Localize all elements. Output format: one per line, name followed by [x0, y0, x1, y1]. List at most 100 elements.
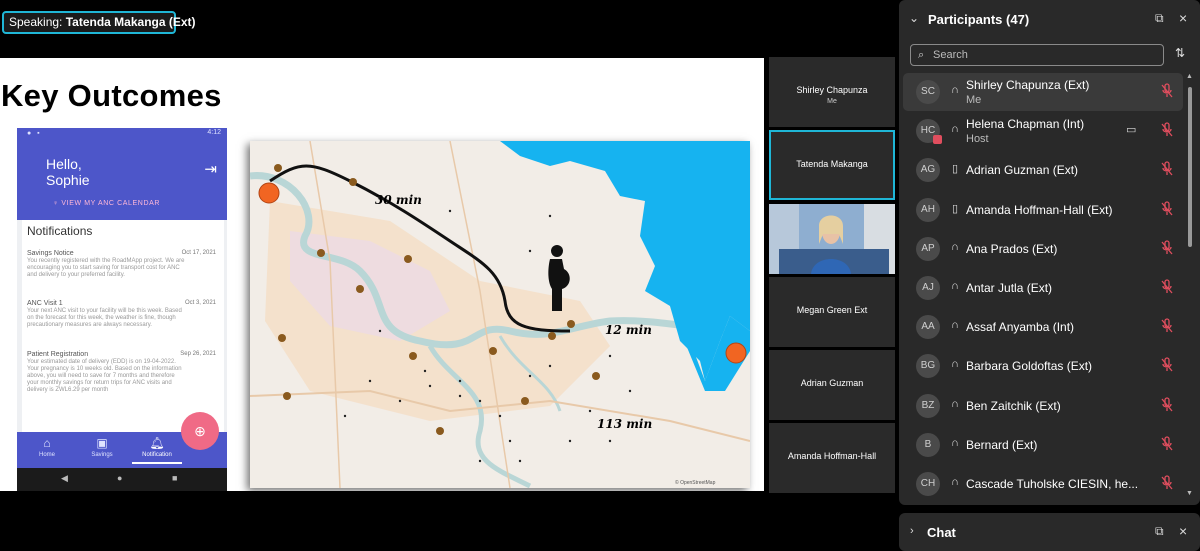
greeting: Hello, Sophie: [46, 156, 90, 188]
tile-name: Megan Green Ext: [796, 305, 868, 315]
popout-icon[interactable]: ⧉: [1155, 11, 1164, 26]
phone-status-bar: ● ▪ 4:12: [17, 128, 227, 140]
avatar: BG: [916, 354, 940, 378]
participant-row[interactable]: BZ ∩ Ben Zaitchik (Ext): [903, 387, 1183, 425]
presenting-badge-icon: [933, 135, 942, 144]
notification-date: Sep 26, 2021: [180, 351, 216, 357]
headset-icon: ∩: [951, 476, 959, 488]
headset-icon: ∩: [951, 123, 959, 135]
video-tile[interactable]: Adrian Guzman: [769, 350, 895, 420]
logout-icon: ⇥: [204, 161, 217, 178]
greeting-line-1: Hello,: [46, 156, 82, 172]
participant-row[interactable]: AJ ∩ Antar Jutla (Ext): [903, 269, 1183, 307]
avatar-initials: BG: [920, 360, 936, 371]
speaking-indicator: Speaking: Tatenda Makanga (Ext): [2, 11, 196, 34]
map-credit: © OpenStreetMap: [675, 479, 716, 486]
tile-name: Adrian Guzman: [800, 378, 864, 388]
home-circle-icon: ●: [117, 473, 123, 483]
participant-name: Shirley Chapunza (Ext): [966, 78, 1090, 92]
muted-mic-icon[interactable]: [1160, 201, 1174, 217]
participant-row[interactable]: CH ∩ Cascade Tuholske CIESIN, he...: [903, 465, 1183, 503]
chat-panel-header[interactable]: › Chat ⧉ ×: [899, 513, 1200, 551]
participant-row[interactable]: AA ∩ Assaf Anyamba (Int): [903, 308, 1183, 346]
avatar: AH: [916, 198, 940, 222]
notification-item: Savings Notice Oct 17, 2021 You recently…: [27, 250, 222, 279]
muted-mic-icon[interactable]: [1160, 357, 1174, 373]
notification-date: Oct 17, 2021: [181, 250, 216, 256]
avatar: AA: [916, 315, 940, 339]
anc-calendar-label: VIEW MY ANC CALENDAR: [61, 200, 161, 207]
participant-name: Antar Jutla (Ext): [966, 281, 1053, 295]
speaker-name: Tatenda Makanga (Ext): [65, 15, 196, 29]
phone-icon: ▯: [951, 163, 959, 175]
avatar: SC: [916, 80, 940, 104]
muted-mic-icon[interactable]: [1160, 122, 1174, 138]
chat-close-icon[interactable]: ×: [1179, 523, 1187, 539]
participant-row[interactable]: AH ▯ Amanda Hoffman-Hall (Ext): [903, 191, 1183, 229]
collapse-chevron-icon[interactable]: ⌄: [909, 11, 919, 25]
tile-name: Shirley Chapunza: [796, 85, 868, 95]
participant-video-feed: [769, 204, 895, 274]
participant-row[interactable]: BG ∩ Barbara Goldoftas (Ext): [903, 347, 1183, 385]
headset-icon: ∩: [951, 84, 959, 96]
avatar-initials: CH: [920, 478, 936, 489]
shared-slide: Key Outcomes ● ▪ 4:12 Hello, Sophie ⇥ ♀ …: [0, 58, 764, 491]
phone-time: 4:12: [207, 129, 221, 136]
headset-icon: ∩: [951, 437, 959, 449]
participants-header: ⌄ Participants (47) ⧉ ×: [899, 0, 1200, 40]
muted-mic-icon[interactable]: [1160, 161, 1174, 177]
muted-mic-icon[interactable]: [1160, 83, 1174, 99]
muted-mic-icon[interactable]: [1160, 279, 1174, 295]
participants-scrollbar[interactable]: ▲ ▼: [1186, 73, 1194, 497]
video-tile[interactable]: Shirley Chapunza Me: [769, 57, 895, 127]
scroll-up-icon[interactable]: ▲: [1186, 73, 1193, 80]
scroll-thumb[interactable]: [1188, 87, 1192, 247]
avatar: B: [916, 433, 940, 457]
headset-icon: ∩: [951, 319, 959, 331]
expand-chevron-icon[interactable]: ›: [910, 525, 914, 537]
search-icon: ⌕: [918, 49, 925, 61]
headset-icon: ∩: [951, 241, 959, 253]
chat-popout-icon[interactable]: ⧉: [1155, 524, 1164, 539]
participant-row[interactable]: B ∩ Bernard (Ext): [903, 426, 1183, 464]
participant-name: Adrian Guzman (Ext): [966, 163, 1079, 177]
video-tile-camera[interactable]: [769, 204, 895, 274]
participant-row[interactable]: SC ∩ Shirley Chapunza (Ext) Me: [903, 73, 1183, 111]
slide-title: Key Outcomes: [1, 78, 222, 113]
map-label-12-min: 12 min: [605, 323, 652, 337]
participants-search-input[interactable]: ⌕ Search: [910, 44, 1164, 66]
recents-icon: ■: [172, 473, 178, 483]
travel-time-map: 30 min 12 min 113 min © OpenStreetMap: [250, 141, 750, 488]
notification-body: Your next ANC visit to your facility wil…: [27, 308, 182, 328]
participant-name: Amanda Hoffman-Hall (Ext): [966, 203, 1113, 217]
headset-icon: ∩: [951, 280, 959, 292]
muted-mic-icon[interactable]: [1160, 475, 1174, 491]
sort-icon[interactable]: ⇅: [1175, 46, 1185, 60]
participants-panel: ⌄ Participants (47) ⧉ × ⌕ Search ⇅ SC ∩ Sh…: [899, 0, 1200, 505]
video-tile[interactable]: Amanda Hoffman-Hall: [769, 423, 895, 493]
greeting-line-2: Sophie: [46, 172, 90, 188]
participant-name: Cascade Tuholske CIESIN, he...: [966, 477, 1139, 491]
muted-mic-icon[interactable]: [1160, 436, 1174, 452]
participant-name: Ana Prados (Ext): [966, 242, 1058, 256]
tile-name: Tatenda Makanga: [796, 159, 868, 169]
map-label-30-min: 30 min: [375, 193, 422, 207]
anc-calendar-link: ♀ VIEW MY ANC CALENDAR: [53, 200, 161, 207]
close-icon[interactable]: ×: [1179, 10, 1187, 26]
avatar-initials: AH: [921, 204, 935, 215]
video-tile-active-speaker[interactable]: Tatenda Makanga: [769, 130, 895, 200]
participant-name: Assaf Anyamba (Int): [966, 320, 1075, 334]
participant-row[interactable]: HC ∩ Helena Chapman (Int) Host ▭: [903, 112, 1183, 150]
muted-mic-icon[interactable]: [1160, 240, 1174, 256]
speaking-prefix: Speaking:: [9, 15, 66, 29]
status-icons: ● ▪: [27, 130, 42, 137]
participant-row[interactable]: AP ∩ Ana Prados (Ext): [903, 230, 1183, 268]
participant-name: Bernard (Ext): [966, 438, 1038, 452]
participant-row[interactable]: AG ▯ Adrian Guzman (Ext): [903, 151, 1183, 189]
muted-mic-icon[interactable]: [1160, 397, 1174, 413]
tile-name: Amanda Hoffman-Hall: [787, 451, 877, 461]
avatar: BZ: [916, 394, 940, 418]
video-tile[interactable]: Megan Green Ext: [769, 277, 895, 347]
muted-mic-icon[interactable]: [1160, 318, 1174, 334]
scroll-down-icon[interactable]: ▼: [1186, 490, 1193, 497]
